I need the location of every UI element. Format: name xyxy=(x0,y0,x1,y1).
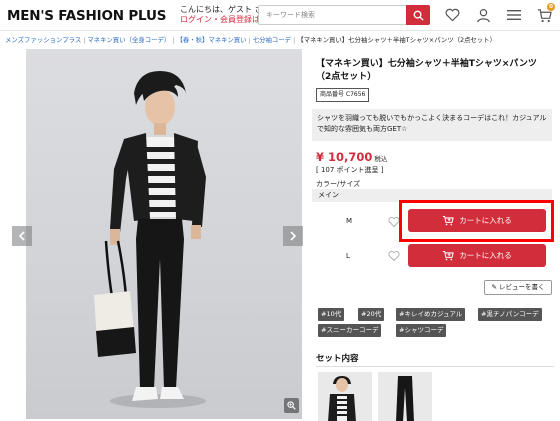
tag-chip[interactable]: #スニーカーコーデ xyxy=(318,324,382,337)
product-photo[interactable] xyxy=(26,49,302,419)
favorites-button[interactable] xyxy=(443,6,461,24)
product-price: ¥ 10,700 税込 xyxy=(316,150,387,164)
review-label: レビューを書く xyxy=(499,283,545,291)
breadcrumb: メンズファッションプラス | マネキン買い（全身コーデ） | 【春・秋】マネキン買い | 七… xyxy=(5,36,496,44)
points-text: [ 107 ポイント進呈 ] xyxy=(316,166,384,174)
set-contents-title: セット内容 xyxy=(316,354,359,364)
add-to-cart-button-l[interactable]: カートに入れる xyxy=(408,244,546,267)
favorite-heart-icon[interactable] xyxy=(388,250,400,262)
search-icon xyxy=(413,10,424,21)
site-header: MEN'S FASHION PLUS こんにちは、ゲスト さん ログイン・会員登… xyxy=(0,0,560,31)
tag-chip[interactable]: #キレイめカジュアル xyxy=(396,308,466,321)
pants-thumbnail-image xyxy=(396,376,414,421)
pencil-icon: ✎ xyxy=(491,283,497,291)
highlight-box xyxy=(399,200,554,242)
breadcrumb-item[interactable]: メンズファッションプラス xyxy=(5,36,81,44)
prev-image-button[interactable] xyxy=(12,226,32,246)
tag-chip[interactable]: #10代 xyxy=(318,308,345,321)
product-code: 商品番号 C7656 xyxy=(316,88,370,102)
breadcrumb-item[interactable]: マネキン買い（全身コーデ） xyxy=(87,36,170,44)
cart-count-badge: 0 xyxy=(547,3,555,11)
heart-icon xyxy=(445,8,459,22)
model-figure xyxy=(94,71,206,408)
site-logo[interactable]: MEN'S FASHION PLUS xyxy=(7,8,166,24)
product-description: シャツを羽織っても脱いでもかっこよく決まるコーデはこれ！カジュアルで知的な雰囲気… xyxy=(312,109,552,141)
search-button[interactable] xyxy=(406,5,430,25)
tax-label: 税込 xyxy=(374,155,388,163)
product-title: 【マネキン買い】七分袖シャツ＋半袖Tシャツ×パンツ（2点セット） xyxy=(316,59,537,82)
next-image-button[interactable] xyxy=(283,226,303,246)
tag-chip[interactable]: #黒チノパンコーデ xyxy=(478,308,542,321)
chevron-right-icon xyxy=(290,231,297,241)
zoom-button[interactable] xyxy=(284,398,299,413)
size-label-m: M xyxy=(346,217,353,225)
set-item-thumbnail[interactable] xyxy=(378,372,432,421)
tag-chip[interactable]: #シャツコーデ xyxy=(396,324,447,337)
divider xyxy=(316,366,554,367)
tag-chip[interactable]: #20代 xyxy=(358,308,385,321)
variant-label: カラー/サイズ xyxy=(316,180,361,188)
cart-button-label: カートに入れる xyxy=(459,251,512,260)
menu-icon xyxy=(507,10,521,20)
price-value: ¥ 10,700 xyxy=(316,150,373,164)
chevron-left-icon xyxy=(18,231,25,241)
menu-button[interactable] xyxy=(505,6,523,24)
zoom-icon xyxy=(287,401,296,410)
breadcrumb-item[interactable]: 七分袖コーデ xyxy=(253,36,291,44)
size-label-l: L xyxy=(346,252,350,260)
breadcrumb-item[interactable]: 【春・秋】マネキン買い xyxy=(176,36,246,44)
set-item-thumbnail[interactable] xyxy=(318,372,372,421)
account-button[interactable] xyxy=(474,6,492,24)
shirt-thumbnail-image xyxy=(328,376,356,421)
cart-button[interactable]: 0 xyxy=(535,3,555,24)
search-input[interactable] xyxy=(259,6,407,24)
cart-icon xyxy=(443,250,454,261)
breadcrumb-current: 【マネキン買い】七分袖シャツ＋半袖Tシャツ×パンツ（2点セット） xyxy=(297,36,496,44)
search-box xyxy=(258,5,430,25)
write-review-button[interactable]: ✎ レビューを書く xyxy=(484,280,552,295)
user-icon xyxy=(476,8,490,22)
